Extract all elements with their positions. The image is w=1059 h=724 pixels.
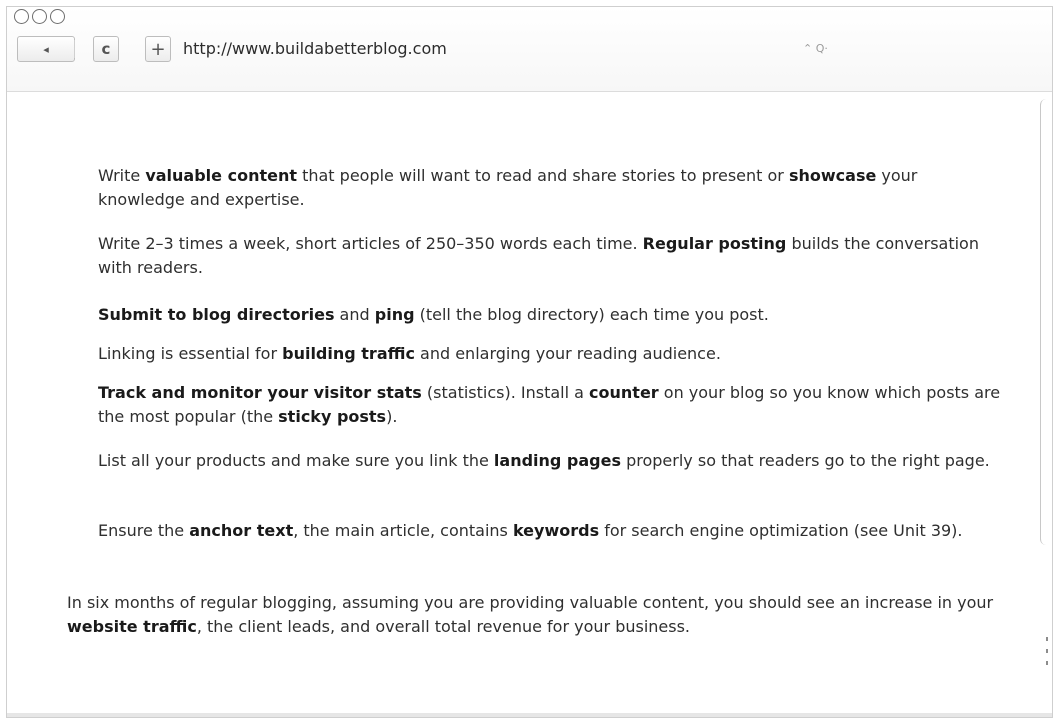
bold-term: valuable content [145, 166, 297, 185]
text-run: for search engine optimization (see Unit… [599, 521, 963, 540]
tip-item: Write valuable content that people will … [98, 164, 1008, 212]
vertical-scrollbar[interactable] [1040, 99, 1052, 545]
text-run: that people will want to read and share … [297, 166, 789, 185]
bold-term: Submit to blog directories [98, 305, 335, 324]
text-run: In six months of regular blogging, assum… [67, 593, 994, 612]
text-run: Write [98, 166, 146, 185]
bold-term: sticky posts [278, 407, 387, 426]
text-run: (tell the blog directory) each time you … [414, 305, 769, 324]
bold-term: landing pages [493, 451, 622, 470]
tip-item: Write 2–3 times a week, short articles o… [98, 232, 1008, 280]
window-bottom-edge [7, 713, 1052, 717]
text-run: List all your products and make sure you… [98, 451, 494, 470]
browser-window: ◂ c + http://www.buildabetterblog.com ⌃ … [6, 6, 1053, 718]
text-run: and enlarging your reading audience. [414, 344, 721, 363]
text-run: (statistics). Install a [421, 383, 590, 402]
bold-term: anchor text [189, 521, 294, 540]
text-run: Linking is essential for [98, 344, 283, 363]
tip-item: Ensure the anchor text, the main article… [98, 519, 1008, 543]
bold-term: counter [589, 383, 659, 402]
tip-item: Submit to blog directories and ping (tel… [98, 303, 1008, 327]
closing-paragraph: In six months of regular blogging, assum… [67, 591, 997, 639]
text-run: Write 2–3 times a week, short articles o… [98, 234, 643, 253]
bold-term: Regular posting [642, 234, 787, 253]
text-run: Ensure the [98, 521, 190, 540]
bold-term: website traffic [67, 617, 197, 636]
tip-item: Linking is essential for building traffi… [98, 342, 1008, 366]
bold-term: building traffic [282, 344, 415, 363]
scroll-grip-icon[interactable] [1046, 637, 1048, 681]
text-run: , the client leads, and overall total re… [196, 617, 691, 636]
bold-term: ping [374, 305, 415, 324]
bold-term: Track and monitor your visitor stats [98, 383, 422, 402]
text-run: properly so that readers go to the right… [621, 451, 990, 470]
bold-term: showcase [788, 166, 877, 185]
text-run: , the main article, contains [293, 521, 513, 540]
tip-item: List all your products and make sure you… [98, 449, 1008, 473]
tip-item: Track and monitor your visitor stats (st… [98, 381, 1008, 429]
page-content: Write valuable content that people will … [7, 7, 1052, 717]
text-run: and [334, 305, 375, 324]
text-run: ). [386, 407, 398, 426]
bold-term: keywords [512, 521, 600, 540]
